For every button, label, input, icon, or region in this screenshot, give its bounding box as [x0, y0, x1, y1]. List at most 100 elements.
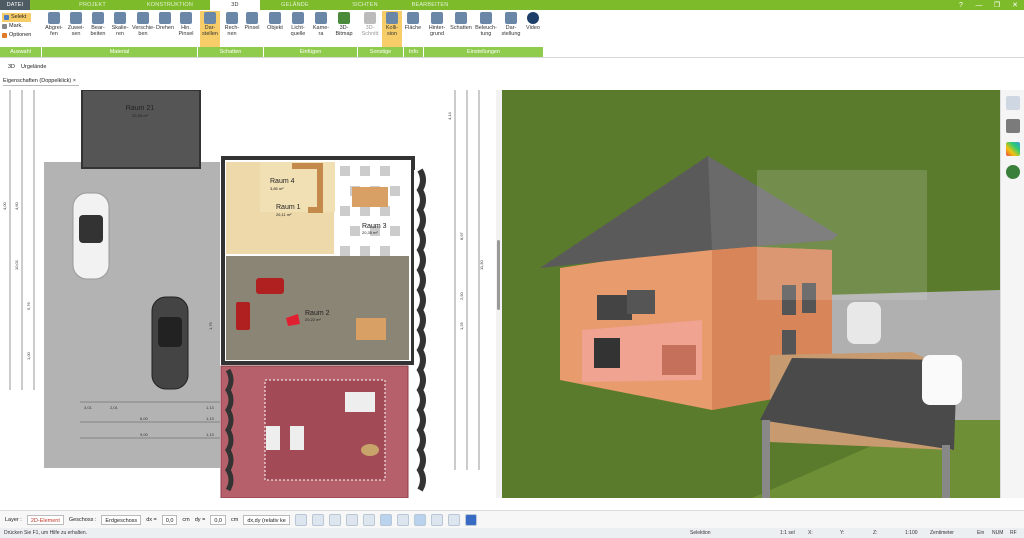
status-selection: Selektion: [690, 530, 711, 536]
tab-datei[interactable]: DATEI: [0, 0, 30, 10]
tab-3d[interactable]: 3D: [210, 0, 260, 10]
group-material: Material: [42, 47, 198, 57]
view-layer-row: 3D Urgelände: [0, 62, 46, 72]
select-button[interactable]: Selekt: [2, 13, 32, 22]
clock-icon[interactable]: [294, 513, 307, 526]
options-button[interactable]: Optionen: [2, 31, 31, 40]
coord-mode-select[interactable]: dx,dy (relativ ke: [243, 514, 290, 525]
restore-button[interactable]: ❐: [992, 1, 1002, 9]
layers-icon[interactable]: [1005, 96, 1020, 110]
object-icon: [269, 12, 281, 24]
properties-tab[interactable]: Eigenschaften (Doppelklick) ×: [3, 76, 79, 86]
move-material-button[interactable]: Verschie-ben: [132, 11, 155, 49]
splitter-handle[interactable]: [497, 240, 500, 310]
floor-select[interactable]: Erdgeschoss: [101, 514, 142, 525]
right-toolbar: [1000, 90, 1024, 498]
svg-text:3,01: 3,01: [84, 405, 93, 410]
sofa: [256, 278, 284, 294]
selection-options: Selekt Mark. Optionen: [2, 13, 32, 40]
tab-sichten[interactable]: SICHTEN: [330, 0, 400, 10]
insert-object-button[interactable]: Objekt: [265, 11, 285, 49]
section-3d-button[interactable]: 3D-Schnitt: [360, 11, 380, 49]
layer-toggle-icon[interactable]: [413, 513, 426, 526]
tree-icon: [338, 12, 350, 24]
layer-select[interactable]: 2D-Element: [26, 514, 64, 525]
minimize-button[interactable]: —: [974, 2, 984, 9]
svg-text:22,05 m²: 22,05 m²: [132, 113, 148, 118]
insert-light-button[interactable]: Licht-quelle: [287, 11, 309, 49]
shadow-calc-button[interactable]: Rech-nen: [222, 11, 242, 49]
table-icon[interactable]: [430, 513, 443, 526]
view-mode-label[interactable]: 3D: [8, 62, 15, 72]
pick-material-button[interactable]: Abgrei-fen: [44, 11, 64, 49]
svg-text:1,13: 1,13: [206, 416, 215, 421]
close-button[interactable]: ✕: [1010, 1, 1020, 9]
collision-button[interactable]: Kolli-sion: [382, 11, 402, 49]
mark-button[interactable]: Mark.: [2, 22, 31, 31]
brush-icon: [246, 12, 258, 24]
svg-text:4,00: 4,00: [2, 201, 7, 210]
calculate-icon: [226, 12, 238, 24]
rotate-material-button[interactable]: Drehen: [156, 11, 174, 49]
section-icon: [364, 12, 376, 24]
video-button[interactable]: Video: [524, 11, 542, 49]
assign-material-button[interactable]: Zuwei-sen: [66, 11, 86, 49]
background-icon: [431, 12, 443, 24]
print-icon[interactable]: [345, 513, 358, 526]
group-auswahl: Auswahl: [0, 47, 42, 57]
route-icon[interactable]: [379, 513, 392, 526]
shadow-brush-button[interactable]: Pinsel: [243, 11, 261, 49]
background-button[interactable]: Hinter-grund: [426, 11, 448, 49]
ribbon: Selekt Mark. Optionen Abgrei-fen Zuwei-s…: [0, 10, 1024, 58]
circle-icon[interactable]: [447, 513, 460, 526]
tab-konstruktion[interactable]: KONSTRUKTION: [130, 0, 210, 10]
shadow-settings-button[interactable]: Schatten: [450, 11, 472, 49]
car-3d-white: [847, 302, 881, 344]
brush-icon: [180, 12, 192, 24]
help-button[interactable]: ?: [956, 2, 966, 9]
mark-icon: [2, 24, 7, 29]
svg-text:8,97: 8,97: [459, 231, 464, 240]
room-label-21: Raum 21: [126, 105, 155, 112]
scale-material-button[interactable]: Skalie-ren: [110, 11, 130, 49]
tab-projekt[interactable]: PROJEKT: [55, 0, 130, 10]
edit-material-button[interactable]: Bear-beiten: [88, 11, 108, 49]
grid-icon[interactable]: [311, 513, 324, 526]
group-einfuegen: Einfügen: [264, 47, 358, 57]
3d-view[interactable]: [502, 90, 1000, 498]
lightbulb-icon: [292, 12, 304, 24]
play-icon: [527, 12, 539, 24]
room-label-3: Raum 3: [362, 223, 387, 230]
close-tab-icon[interactable]: ×: [71, 78, 76, 84]
floor-plan-view[interactable]: Raum 21 22,05 m² Raum 4 3,85 m² Raum 1 2…: [0, 90, 496, 498]
insert-bitmap-button[interactable]: 3D-Bitmap: [333, 11, 355, 49]
tab-gelaende[interactable]: GELÄNDE: [260, 0, 330, 10]
tab-bearbeiten[interactable]: BEARBEITEN: [400, 0, 460, 10]
snap-icon[interactable]: [328, 513, 341, 526]
display-icon: [204, 12, 216, 24]
wave-icon[interactable]: [396, 513, 409, 526]
svg-text:20,22 m²: 20,22 m²: [305, 317, 321, 322]
terrain-label[interactable]: Urgelände: [21, 62, 46, 72]
svg-text:10,01: 10,01: [14, 259, 19, 270]
scale-icon: [114, 12, 126, 24]
svg-text:9,00: 9,00: [140, 432, 149, 437]
house-icon: [455, 12, 467, 24]
chair-icon[interactable]: [1005, 119, 1020, 133]
room-label-2: Raum 2: [305, 310, 330, 317]
camera-view-icon[interactable]: [362, 513, 375, 526]
tree-icon[interactable]: [1005, 165, 1020, 179]
dx-input[interactable]: 0,0: [161, 514, 178, 525]
insert-camera-button[interactable]: Kame-ra: [311, 11, 331, 49]
dy-input[interactable]: 0,0: [210, 514, 226, 525]
materials-icon[interactable]: [1005, 142, 1020, 156]
brush-material-button[interactable]: Hin. Pinsel: [176, 11, 196, 49]
lighting-button[interactable]: Beleuch-tung: [474, 11, 498, 49]
room-label-4: Raum 4: [270, 178, 295, 185]
north-icon[interactable]: [464, 513, 477, 526]
svg-text:6,00: 6,00: [140, 416, 149, 421]
area-info-button[interactable]: Fläche: [404, 11, 422, 49]
shadow-display-button[interactable]: Dar-stellen: [200, 11, 220, 49]
representation-button[interactable]: Dar-stellung: [500, 11, 522, 49]
group-info: Info: [404, 47, 424, 57]
